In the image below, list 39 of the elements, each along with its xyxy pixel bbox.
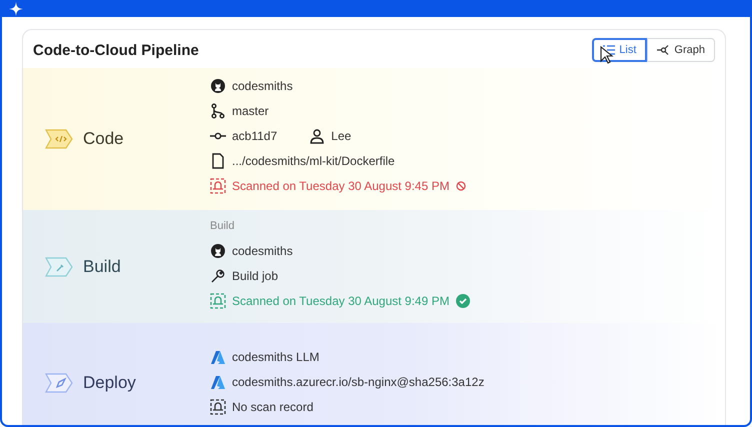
graph-view-tab[interactable]: Graph bbox=[647, 38, 715, 62]
list-view-tab[interactable]: List bbox=[592, 38, 648, 62]
hammer-tag-icon bbox=[45, 256, 73, 276]
wrench-icon bbox=[210, 268, 226, 284]
author-name: Lee bbox=[331, 129, 352, 143]
stage-name: Build bbox=[83, 256, 121, 276]
list-icon bbox=[603, 45, 616, 55]
repo-name: codesmiths bbox=[232, 79, 293, 93]
scan-icon bbox=[210, 399, 226, 415]
azure-logo-icon bbox=[210, 349, 226, 365]
card-title: Code-to-Cloud Pipeline bbox=[33, 42, 199, 58]
graph-icon bbox=[657, 45, 670, 55]
octocat-icon bbox=[210, 78, 226, 94]
file-icon bbox=[210, 153, 226, 169]
commit-hash: acb11d7 bbox=[232, 129, 278, 143]
scan-icon bbox=[210, 293, 226, 309]
stage-name: Code bbox=[83, 129, 124, 149]
resource-name: codesmiths.azurecr.io/sb-nginx@sha256:3a12z bbox=[232, 375, 484, 389]
resource-name: codesmiths LLM bbox=[232, 350, 320, 364]
cursor-icon bbox=[600, 46, 614, 64]
scan-status: Scanned on Tuesday 30 August 9:45 PM bbox=[232, 179, 450, 193]
scan-status: Scanned on Tuesday 30 August 9:49 PM bbox=[232, 294, 450, 308]
stage-name: Deploy bbox=[83, 373, 136, 393]
azure-logo-icon bbox=[210, 374, 226, 390]
section-caption: Build bbox=[210, 220, 234, 232]
rocket-tag-icon bbox=[45, 373, 73, 393]
scan-icon bbox=[210, 178, 226, 194]
sparkle-icon bbox=[9, 2, 23, 16]
branch-icon bbox=[210, 103, 226, 119]
job-name: Build job bbox=[232, 269, 278, 283]
branch-name: master bbox=[232, 104, 269, 118]
check-icon bbox=[456, 294, 470, 308]
blocked-icon bbox=[456, 181, 466, 191]
file-path: .../codesmiths/ml-kit/Dockerfile bbox=[232, 154, 395, 168]
code-tag-icon bbox=[45, 129, 73, 149]
octocat-icon bbox=[210, 243, 226, 259]
user-icon bbox=[309, 128, 326, 144]
repo-name: codesmiths bbox=[232, 244, 293, 258]
scan-status: No scan record bbox=[232, 400, 314, 414]
